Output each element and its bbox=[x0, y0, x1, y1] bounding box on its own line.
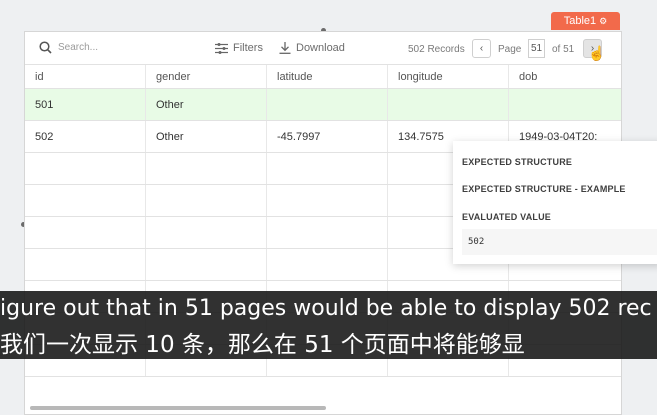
page-total: of 51 bbox=[552, 44, 575, 55]
search-icon bbox=[39, 41, 52, 54]
filters-icon bbox=[215, 42, 228, 54]
download-label: Download bbox=[296, 42, 345, 54]
evaluated-value-box: 502 bbox=[462, 229, 657, 255]
table-cell[interactable] bbox=[509, 89, 621, 120]
table-row[interactable]: 501 Other bbox=[25, 89, 621, 121]
filters-label: Filters bbox=[233, 42, 263, 54]
table-cell[interactable] bbox=[267, 89, 388, 120]
chevron-left-icon: ‹ bbox=[479, 43, 484, 54]
widget-name: Table1 bbox=[563, 15, 597, 27]
page-label: Page bbox=[498, 44, 522, 55]
download-icon bbox=[279, 42, 291, 54]
column-header-gender[interactable]: gender bbox=[146, 65, 267, 88]
expected-structure-label[interactable]: EXPECTED STRUCTURE bbox=[462, 157, 572, 167]
table-cell[interactable]: 501 bbox=[25, 89, 146, 120]
search-input[interactable]: Search... bbox=[58, 42, 98, 53]
subtitle-english: igure out that in 51 pages would be able… bbox=[0, 291, 657, 325]
filters-button[interactable]: Filters bbox=[215, 42, 263, 54]
table-cell[interactable]: Other bbox=[146, 89, 267, 120]
evaluated-value-label: EVALUATED VALUE bbox=[462, 212, 552, 222]
column-header-latitude[interactable]: latitude bbox=[267, 65, 388, 88]
search-box[interactable]: Search... bbox=[39, 41, 98, 54]
expected-structure-example-label[interactable]: EXPECTED STRUCTURE - EXAMPLE bbox=[462, 184, 626, 194]
table-cell[interactable]: Other bbox=[146, 121, 267, 152]
table-cell[interactable]: 502 bbox=[25, 121, 146, 152]
gear-icon: ⚙ bbox=[599, 15, 608, 26]
column-header-id[interactable]: id bbox=[25, 65, 146, 88]
evaluated-value-popover: EXPECTED STRUCTURE EXPECTED STRUCTURE - … bbox=[453, 141, 657, 264]
previous-page-button[interactable]: ‹ bbox=[472, 39, 491, 58]
records-count: 502 Records bbox=[408, 44, 465, 55]
table-cell[interactable]: -45.7997 bbox=[267, 121, 388, 152]
table-cell[interactable] bbox=[388, 89, 509, 120]
widget-name-badge[interactable]: Table1 ⚙ bbox=[551, 12, 620, 30]
column-header-longitude[interactable]: longitude bbox=[388, 65, 509, 88]
subtitle-chinese: 我们一次显示 10 条，那么在 51 个页面中将能够显 bbox=[0, 325, 657, 359]
table-header-row: id gender latitude longitude dob bbox=[25, 64, 621, 89]
table-toolbar: Search... Filters Download 502 Records ‹… bbox=[25, 32, 621, 64]
hand-cursor-icon: ☝ bbox=[588, 45, 606, 61]
download-button[interactable]: Download bbox=[279, 42, 345, 54]
column-header-dob[interactable]: dob bbox=[509, 65, 621, 88]
page-number-input[interactable]: 51 bbox=[528, 39, 545, 58]
horizontal-scrollbar[interactable] bbox=[30, 406, 326, 410]
